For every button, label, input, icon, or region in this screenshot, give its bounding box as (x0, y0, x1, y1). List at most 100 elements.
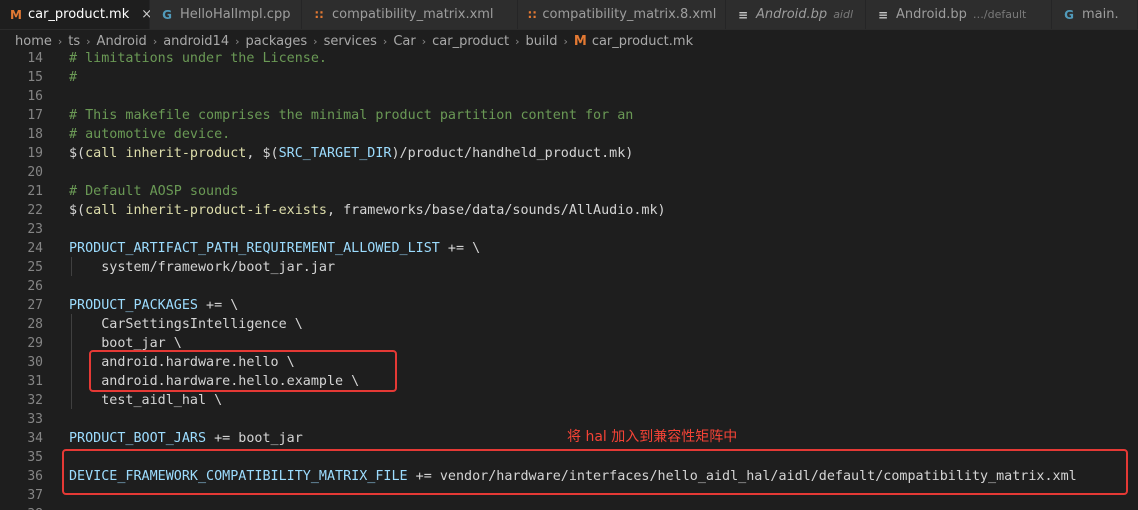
line-number: 31 (27, 374, 43, 389)
breadcrumb-item[interactable]: ts (68, 34, 80, 49)
tab-label: main. (1082, 7, 1119, 22)
line-number: 36 (27, 469, 43, 484)
cpp-file-icon: G (162, 7, 172, 22)
line-number: 17 (27, 108, 43, 123)
line-number: 24 (27, 241, 43, 256)
code-line[interactable]: 17 # This makefile comprises the minimal … (0, 106, 1138, 125)
code-text: # This makefile comprises the minimal pr… (69, 108, 634, 123)
tab-car-product-mk[interactable]: Mcar_product.mk × (0, 0, 152, 29)
chevron-right-icon: › (86, 34, 91, 48)
line-number: 18 (27, 127, 43, 142)
code-line[interactable]: 21 # Default AOSP sounds (0, 182, 1138, 201)
tab-label: Android.bp (756, 7, 828, 22)
chevron-right-icon: › (57, 34, 63, 48)
code-text: # (69, 70, 78, 85)
code-text: CarSettingsIntelligence \ (69, 317, 303, 332)
code-text: PRODUCT_ARTIFACT_PATH_REQUIREMENT_ALLOWE… (69, 241, 481, 256)
breadcrumb-file[interactable]: car_product.mk (592, 34, 693, 49)
tab-label: car_product.mk (27, 7, 130, 22)
code-line[interactable]: 19 $(call inherit-product, $(SRC_TARGET_D… (0, 144, 1138, 163)
code-line[interactable]: 38 (0, 505, 1138, 510)
code-line[interactable]: 32 test_aidl_hal \ (0, 391, 1138, 410)
text-file-icon: ≡ (737, 7, 749, 22)
line-number: 33 (27, 412, 43, 427)
breadcrumb: home › ts › Android › android14 › packages › servi… (0, 30, 1138, 52)
highlight-box-hello-packages (89, 350, 397, 392)
line-number: 38 (0, 505, 43, 510)
code-line[interactable]: 20 (0, 163, 1138, 182)
tab-label: HelloHalImpl.cpp (180, 7, 291, 22)
line-number: 23 (27, 222, 43, 237)
annotation-label: 将 hal 加入到兼容性矩阵中 (567, 429, 738, 445)
code-line[interactable]: 15 # (0, 68, 1138, 87)
line-number: 30 (27, 355, 43, 370)
highlight-box-compat-matrix (62, 449, 1128, 495)
code-text: PRODUCT_PACKAGES += \ (69, 298, 239, 313)
makefile-icon: M (10, 7, 22, 22)
tab-description: aidl (833, 8, 854, 21)
line-number: 26 (27, 279, 43, 294)
chevron-right-icon: › (382, 34, 388, 48)
line-number: 21 (27, 184, 43, 199)
chevron-right-icon: › (152, 34, 158, 48)
chevron-right-icon: › (515, 34, 520, 48)
chevron-right-icon: › (235, 34, 240, 48)
code-text: # automotive device. (69, 127, 231, 142)
line-number: 35 (27, 450, 43, 465)
code-text: $(call inherit-product-if-exists, framew… (69, 203, 666, 218)
tab-android-bp[interactable]: ≡ Android.bp aidl (726, 0, 866, 29)
code-line[interactable]: 24 PRODUCT_ARTIFACT_PATH_REQUIREMENT_ALLO… (0, 239, 1138, 258)
code-line[interactable]: 18 # automotive device. (0, 125, 1138, 144)
tab-compatibility-matrix-xml[interactable]: ∷ compatibility_matrix.xml (302, 0, 518, 29)
code-line[interactable]: 25 system/framework/boot_jar.jar (0, 258, 1138, 277)
code-line[interactable]: 14 # limitations under the License. (0, 52, 1138, 68)
tab-main[interactable]: Gmain. (1052, 0, 1138, 29)
tab-android-bp[interactable]: ≡ Android.bp …/default (866, 0, 1052, 29)
tab-hellohalimpl-cpp[interactable]: G HelloHalImpl.cpp (150, 0, 302, 29)
makefile-icon: M (573, 33, 587, 49)
text-file-icon: ≡ (877, 7, 889, 22)
xml-file-icon: ∷ (528, 7, 537, 22)
line-number: 37 (27, 488, 43, 503)
code-text: # Default AOSP sounds (69, 184, 239, 199)
code-line[interactable]: 16 (0, 87, 1138, 106)
line-number: 15 (27, 70, 43, 85)
chevron-right-icon: › (421, 34, 427, 48)
line-number: 27 (27, 298, 43, 313)
code-line[interactable]: 28 CarSettingsIntelligence \ (0, 315, 1138, 334)
code-line[interactable]: 26 (0, 277, 1138, 296)
breadcrumb-item[interactable]: packages (246, 34, 308, 49)
line-number: 20 (27, 165, 43, 180)
breadcrumb-item[interactable]: Android (97, 34, 147, 49)
tab-label: compatibility_matrix.xml (332, 7, 494, 22)
code-line[interactable]: 23 (0, 220, 1138, 239)
chevron-right-icon: › (563, 34, 568, 48)
chevron-right-icon: › (313, 34, 318, 48)
line-number: 28 (27, 317, 43, 332)
line-number: 29 (27, 336, 43, 351)
code-editor[interactable]: 383736DEVICE_FRAMEWORK_COMPATIBILITY_MAT… (0, 52, 1138, 510)
breadcrumb-item[interactable]: services (324, 34, 377, 49)
code-text: PRODUCT_BOOT_JARS += boot_jar (69, 431, 303, 446)
tab-label: compatibility_matrix.8.xml (542, 7, 717, 22)
line-number: 25 (27, 260, 43, 275)
breadcrumb-item[interactable]: car_product (432, 34, 509, 49)
breadcrumb-item[interactable]: android14 (163, 34, 229, 49)
line-number: 22 (27, 203, 43, 218)
code-text: system/framework/boot_jar.jar (69, 260, 336, 275)
tab-label: Android.bp (896, 7, 967, 22)
breadcrumb-item[interactable]: Car (393, 34, 415, 49)
code-line[interactable]: 27 PRODUCT_PACKAGES += \ (0, 296, 1138, 315)
code-line[interactable]: 22 $(call inherit-product-if-exists, fram… (0, 201, 1138, 220)
editor-tab-bar: Mcar_product.mk × G HelloHalImpl.cpp ∷ compat… (0, 0, 1138, 30)
tab-compatibility-matrix-8-xml[interactable]: ∷ compatibility_matrix.8.xml (518, 0, 726, 29)
line-number: 14 (27, 52, 43, 66)
indent-guide (71, 257, 72, 276)
breadcrumb-item[interactable]: home (15, 34, 52, 49)
code-text: test_aidl_hal \ (69, 393, 223, 408)
code-text: # limitations under the License. (69, 52, 327, 66)
cpp-file-icon: G (1064, 7, 1074, 22)
code-text: $(call inherit-product, $(SRC_TARGET_DIR… (69, 146, 634, 161)
line-number: 32 (27, 393, 43, 408)
breadcrumb-item[interactable]: build (526, 34, 558, 49)
